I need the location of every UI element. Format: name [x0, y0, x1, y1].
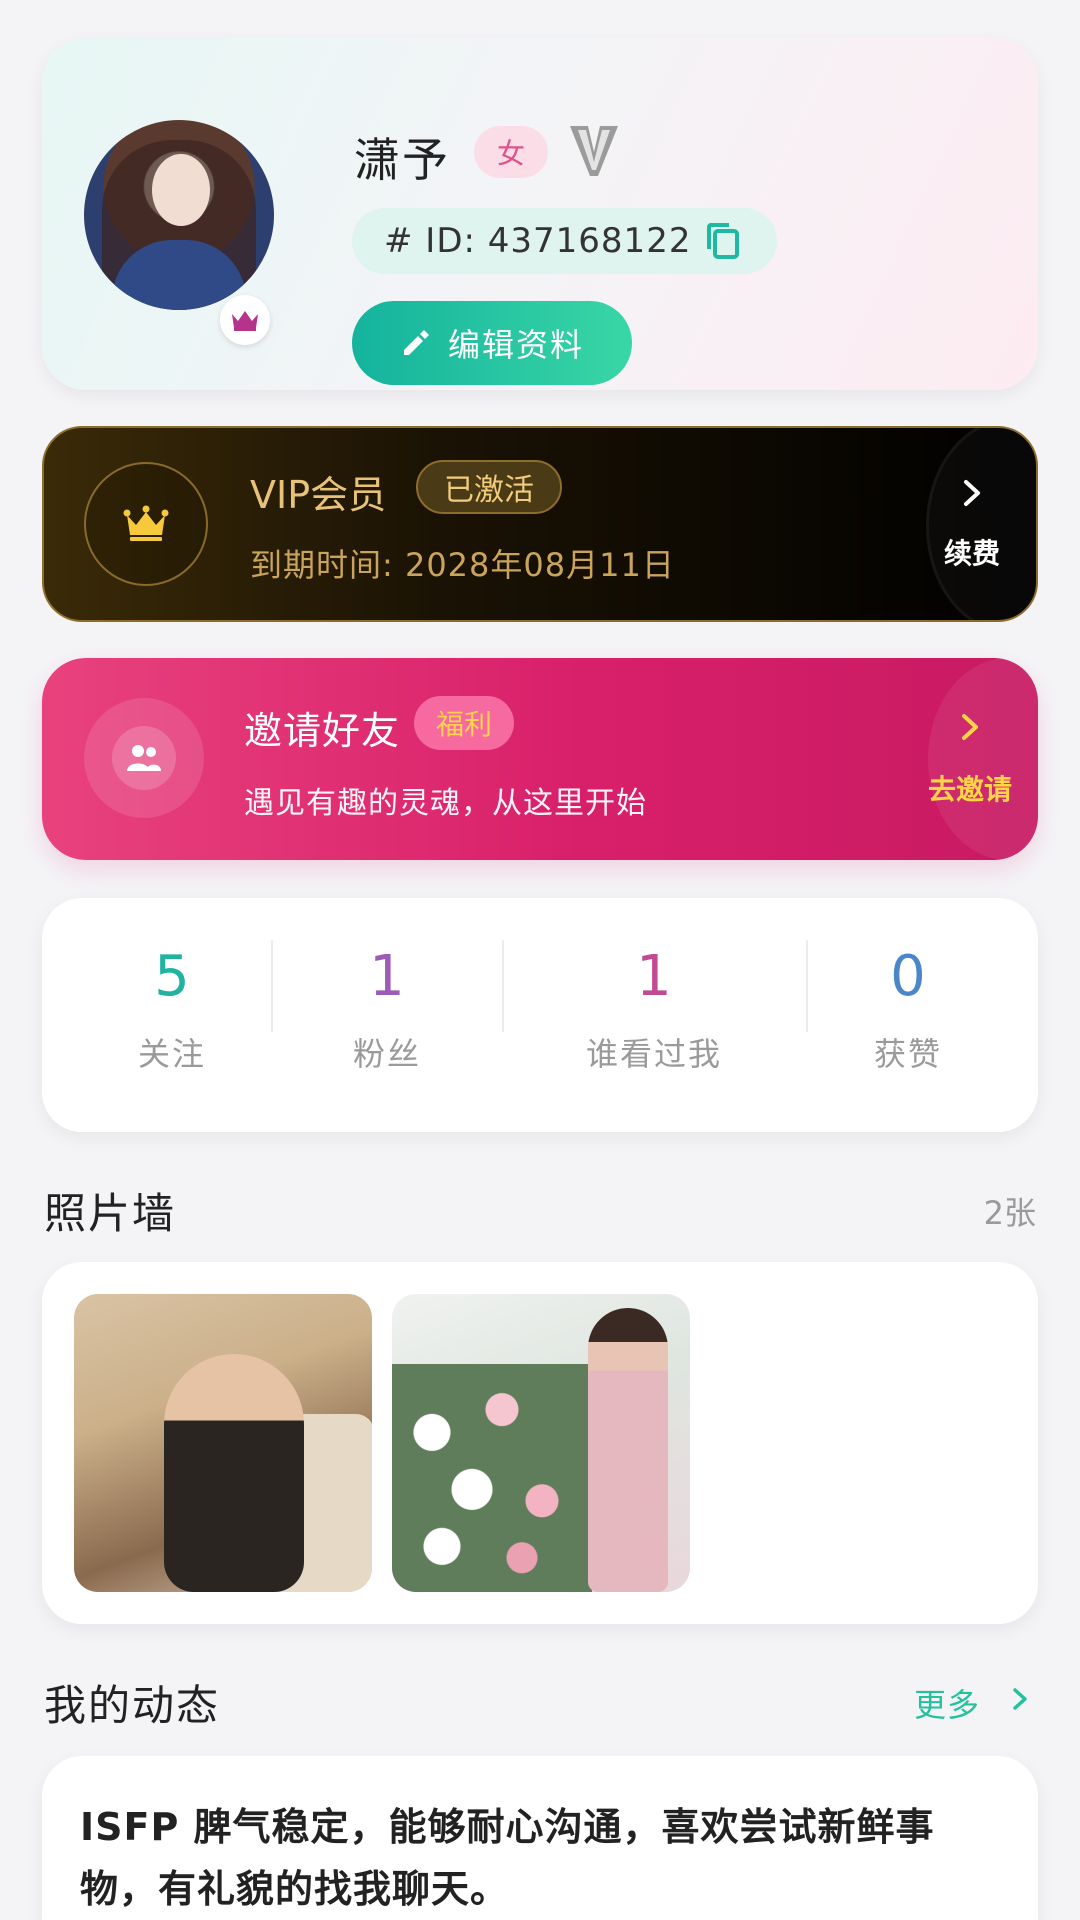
moment-text: ISFP 脾气稳定，能够耐心沟通，喜欢尝试新鲜事物，有礼貌的找我聊天。	[80, 1805, 935, 1911]
stat-following[interactable]: 5 关注	[72, 898, 272, 1132]
stat-value: 1	[369, 944, 405, 1009]
profile-card: 潇予 女 # ID: 437168122 编辑资料	[42, 38, 1038, 390]
vip-expire-date: 到期时间: 2028年08月11日	[250, 546, 675, 584]
crown-icon	[232, 311, 258, 331]
avatar-wrapper[interactable]	[84, 120, 274, 310]
photo-wall-card	[42, 1262, 1038, 1624]
chevron-right-icon[interactable]	[1010, 1686, 1030, 1712]
stat-label: 关注	[137, 1035, 206, 1073]
invite-decoration	[928, 658, 1038, 860]
crown-badge	[220, 295, 270, 345]
invite-tag: 福利	[414, 696, 514, 750]
invite-card[interactable]: 邀请好友 福利 遇见有趣的灵魂，从这里开始 去邀请	[42, 658, 1038, 860]
stats-card: 5 关注 1 粉丝 1 谁看过我 0 获赞	[42, 898, 1038, 1132]
photo-thumbnail[interactable]	[392, 1294, 690, 1592]
stat-likes[interactable]: 0 获赞	[808, 898, 1008, 1132]
more-link[interactable]: 更多	[914, 1680, 980, 1726]
stat-value: 0	[890, 944, 926, 1009]
stat-visitors[interactable]: 1 谁看过我	[504, 898, 804, 1132]
stat-value: 5	[154, 944, 190, 1009]
stat-label: 谁看过我	[585, 1035, 722, 1073]
user-id: # ID: 437168122	[384, 221, 692, 261]
photo-person	[588, 1308, 668, 1592]
pencil-icon	[403, 330, 429, 355]
stat-label: 获赞	[873, 1035, 942, 1073]
invite-icon-inner	[112, 726, 176, 790]
edit-profile-button[interactable]: 编辑资料	[352, 301, 632, 385]
photo-flowers	[392, 1364, 592, 1592]
photo-count: 2张	[983, 1194, 1036, 1232]
gender-badge: 女	[474, 126, 548, 178]
chevron-right-icon[interactable]	[958, 712, 982, 742]
users-icon	[127, 745, 161, 771]
vip-title: VIP会员	[250, 473, 387, 517]
crown-icon	[123, 505, 169, 541]
edit-profile-label: 编辑资料	[447, 326, 584, 364]
moment-card[interactable]: ISFP 脾气稳定，能够耐心沟通，喜欢尝试新鲜事物，有礼貌的找我聊天。	[42, 1756, 1038, 1920]
vip-decoration	[926, 428, 1036, 620]
stat-value: 1	[636, 944, 672, 1009]
go-invite-button[interactable]: 去邀请	[902, 768, 1038, 808]
renew-button[interactable]: 续费	[904, 532, 1036, 572]
stat-fans[interactable]: 1 粉丝	[272, 898, 502, 1132]
profile-page: 潇予 女 # ID: 437168122 编辑资料 VIP会员 已激活 到期时间…	[0, 0, 1080, 1920]
profile-name: 潇予	[354, 133, 450, 187]
photo-person	[164, 1354, 304, 1592]
vip-status-badge: 已激活	[416, 460, 562, 514]
id-pill: # ID: 437168122	[352, 208, 777, 274]
chevron-right-icon[interactable]	[960, 478, 984, 508]
invite-subtitle: 遇见有趣的灵魂，从这里开始	[244, 786, 647, 821]
photo-wall-title: 照片墙	[44, 1189, 177, 1238]
invite-title: 邀请好友	[244, 709, 401, 753]
photo-thumbnail[interactable]	[74, 1294, 372, 1592]
vip-v-icon	[570, 126, 618, 176]
avatar[interactable]	[84, 120, 274, 310]
invite-icon-circle	[84, 698, 204, 818]
stat-label: 粉丝	[352, 1035, 421, 1073]
avatar-face	[152, 154, 210, 226]
moments-title: 我的动态	[44, 1681, 221, 1730]
copy-icon[interactable]	[703, 221, 743, 261]
vip-card[interactable]: VIP会员 已激活 到期时间: 2028年08月11日 续费	[42, 426, 1038, 622]
vip-crown-circle	[84, 462, 208, 586]
